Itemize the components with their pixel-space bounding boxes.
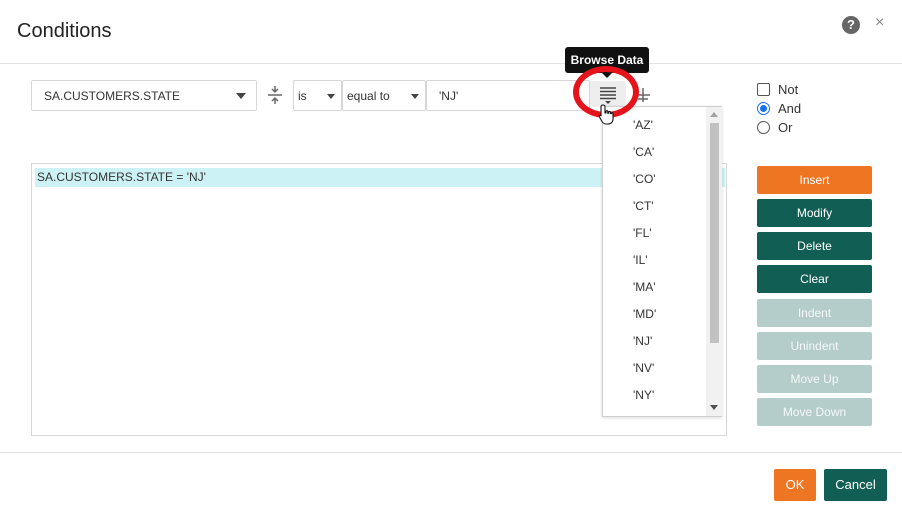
footer-divider	[0, 452, 902, 453]
scroll-down-arrow-icon[interactable]	[710, 405, 718, 410]
dropdown-item[interactable]: 'CT'	[633, 199, 654, 213]
chevron-down-icon	[411, 94, 419, 99]
operator-select[interactable]: equal to	[342, 80, 426, 111]
value-input[interactable]: 'NJ'	[426, 80, 590, 111]
dropdown-item[interactable]: 'MD'	[633, 307, 656, 321]
operator-select-value: equal to	[347, 89, 390, 103]
delete-button[interactable]: Delete	[757, 232, 872, 260]
dropdown-item[interactable]: 'MA'	[633, 280, 656, 294]
dropdown-item[interactable]: 'CO'	[633, 172, 656, 186]
unindent-button[interactable]: Unindent	[757, 332, 872, 360]
and-radio[interactable]	[757, 102, 770, 115]
dropdown-item[interactable]: 'IL'	[633, 253, 648, 267]
dropdown-scrollbar[interactable]	[706, 107, 722, 416]
modify-button[interactable]: Modify	[757, 199, 872, 227]
conditions-dialog: Conditions ? × SA.CUSTOMERS.STATE is equ…	[0, 0, 902, 516]
dropdown-item[interactable]: 'NV'	[633, 361, 654, 375]
dropdown-item[interactable]: 'AZ'	[633, 118, 653, 132]
header-divider	[0, 63, 902, 64]
or-radio[interactable]	[757, 121, 770, 134]
browse-data-dropdown[interactable]: 'AZ' 'CA' 'CO' 'CT' 'FL' 'IL' 'MA' 'MD' …	[602, 106, 722, 417]
ok-button[interactable]: OK	[774, 469, 816, 501]
dropdown-item[interactable]: 'FL'	[633, 226, 652, 240]
dialog-title: Conditions	[17, 20, 112, 42]
not-label: Not	[778, 82, 799, 97]
dropdown-item[interactable]: 'CA'	[633, 145, 654, 159]
move-down-button[interactable]: Move Down	[757, 398, 872, 426]
column-select-value: SA.CUSTOMERS.STATE	[44, 89, 181, 103]
clear-button[interactable]: Clear	[757, 265, 872, 293]
cancel-button[interactable]: Cancel	[824, 469, 887, 501]
close-icon[interactable]: ×	[875, 14, 884, 32]
column-select[interactable]: SA.CUSTOMERS.STATE	[31, 80, 257, 111]
help-icon[interactable]: ?	[842, 16, 860, 34]
negation-select-value: is	[298, 89, 307, 103]
value-input-text: 'NJ'	[439, 89, 459, 103]
not-checkbox[interactable]	[757, 83, 770, 96]
split-operator-icon[interactable]	[266, 86, 284, 104]
indent-button[interactable]: Indent	[757, 299, 872, 327]
hand-pointer-icon	[598, 104, 614, 125]
and-label: And	[778, 101, 802, 116]
or-label: Or	[778, 120, 793, 135]
scroll-up-arrow-icon[interactable]	[710, 112, 718, 117]
dropdown-item[interactable]: 'NJ'	[633, 334, 652, 348]
move-up-button[interactable]: Move Up	[757, 365, 872, 393]
insert-button[interactable]: Insert	[757, 166, 872, 194]
chevron-down-icon	[327, 94, 335, 99]
scrollbar-thumb[interactable]	[710, 123, 719, 343]
negation-select[interactable]: is	[293, 80, 342, 111]
chevron-down-icon	[236, 93, 246, 99]
dropdown-item[interactable]: 'NY'	[633, 388, 654, 402]
